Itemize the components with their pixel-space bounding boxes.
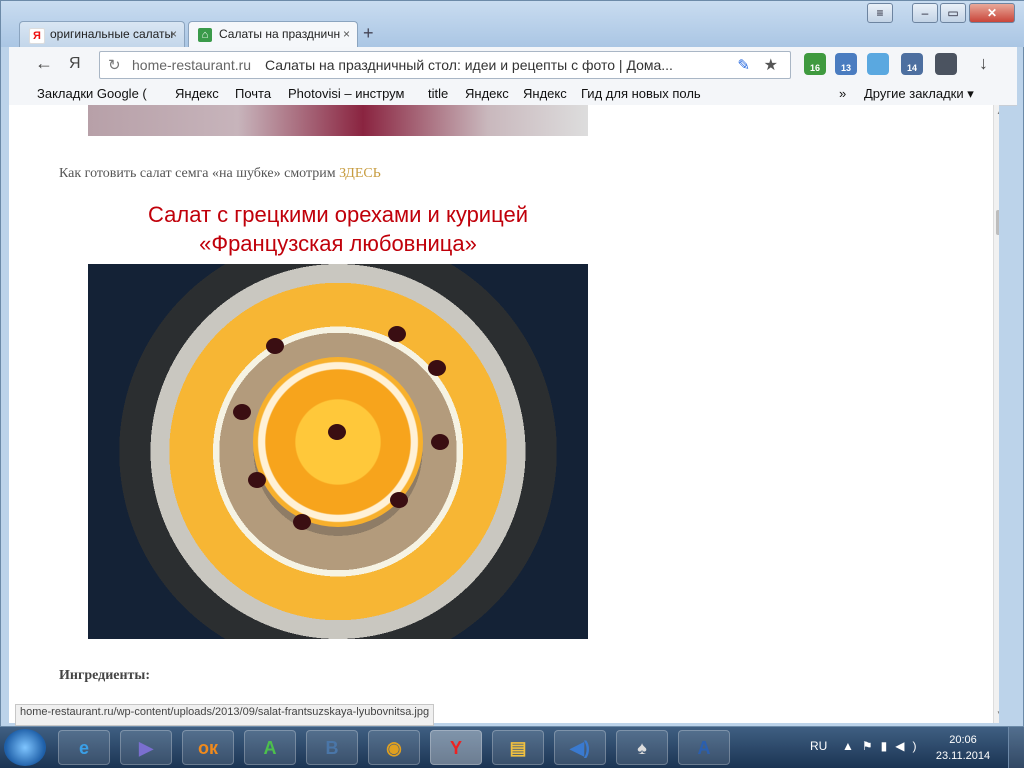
close-icon[interactable]: × (170, 27, 177, 41)
yandex-browser-taskbar-icon[interactable]: Y (430, 730, 482, 765)
vkontakte-taskbar-icon[interactable]: B (306, 730, 358, 765)
page-viewport: Как готовить салат семга «на шубке» смот… (9, 105, 999, 723)
raisin (431, 434, 449, 450)
close-window-button[interactable]: ✕ (969, 3, 1015, 23)
other-bookmarks-button[interactable]: Другие закладки ▾ (864, 86, 974, 102)
bookmark-guide[interactable]: Гид для новых поль (581, 86, 701, 101)
bookmarks-more-button[interactable]: » (839, 86, 846, 101)
extension-14-icon[interactable]: 14 (901, 53, 923, 75)
minimize-button[interactable]: – (912, 3, 938, 23)
raisin (266, 338, 284, 354)
time: 20:06 (949, 734, 977, 746)
pocket-extension-icon[interactable] (935, 53, 957, 75)
solitaire-taskbar-icon[interactable]: ♠ (616, 730, 668, 765)
bookmark-star-icon[interactable]: ★ (764, 55, 778, 75)
bookmark-yandex-3[interactable]: Яндекс (523, 86, 567, 101)
page-title-in-omnibox: Салаты на праздничный стол: идеи и рецеп… (264, 57, 673, 73)
scroll-thumb[interactable] (996, 210, 999, 235)
scroll-up-icon[interactable]: ▲ (996, 107, 999, 116)
raisin (328, 424, 346, 440)
start-button[interactable] (4, 729, 46, 766)
odnoklassniki-taskbar-icon[interactable]: ок (182, 730, 234, 765)
toolbar: ← Я ↻ home-restaurant.ru Салаты на празд… (9, 47, 1017, 83)
maximize-button[interactable]: ▭ (940, 3, 966, 23)
close-icon[interactable]: × (343, 27, 350, 41)
new-tab-button[interactable]: + (363, 23, 374, 44)
see-here-line: Как готовить салат семга «на шубке» смот… (59, 166, 381, 182)
chrome-taskbar-icon[interactable]: ◉ (368, 730, 420, 765)
taskbar: e ▶ ок A B ◉ Y ▤ ◀) ♠ A RU ▲⚑▮◀) 20:06 23.11.2014 (0, 727, 1024, 768)
show-desktop-button[interactable] (1008, 727, 1024, 768)
download-button[interactable]: ↓ (979, 53, 988, 74)
yandex-icon: Я (29, 28, 45, 44)
yandex-button[interactable]: Я (69, 55, 81, 73)
raisin (233, 404, 251, 420)
date: 23.11.2014 (935, 750, 991, 762)
weather-extension-icon[interactable] (867, 53, 889, 75)
bookmarks-bar: Закладки Google ( Яндекс Почта Photovisi… (9, 83, 1017, 106)
address-bar[interactable]: ↻ home-restaurant.ru Салаты на праздничн… (99, 51, 791, 79)
bookmark-photovisi[interactable]: Photovisi – инструм (288, 86, 404, 101)
bookmark-mail[interactable]: Почта (235, 86, 271, 101)
explorer-taskbar-icon[interactable]: ▤ (492, 730, 544, 765)
bookmark-yandex-2[interactable]: Яндекс (465, 86, 509, 101)
recipe-title-line-1: Салат с грецкими орехами и курицей (148, 202, 528, 227)
recipe-title: Салат с грецкими орехами и курицей «Фран… (88, 200, 588, 258)
clock[interactable]: 20:06 23.11.2014 (934, 732, 992, 764)
raisin (248, 472, 266, 488)
extension-16-icon[interactable]: 16 (804, 53, 826, 75)
tray-icons[interactable]: ▲⚑▮◀) (842, 739, 924, 753)
see-text: Как готовить салат семга «на шубке» смот… (59, 166, 336, 181)
scroll-down-icon[interactable]: ▼ (996, 709, 999, 718)
back-button[interactable]: ← (35, 53, 53, 74)
raisin (428, 360, 446, 376)
recipe-title-line-2: «Французская любовница» (199, 231, 477, 256)
bookmark-yandex[interactable]: Яндекс (175, 86, 219, 101)
tab-strip: Я оригинальные салаты × ⌂ Салаты на праз… (1, 1, 1024, 47)
salad-photo[interactable] (88, 264, 588, 639)
ingredients-heading: Ингредиенты: (59, 668, 151, 683)
pen-icon[interactable]: ✎ (737, 56, 750, 74)
tab-original-salads[interactable]: Я оригинальные салаты × (19, 21, 185, 47)
language-indicator[interactable]: RU (810, 739, 827, 753)
raisin (293, 514, 311, 530)
home-restaurant-icon: ⌂ (198, 28, 212, 42)
page-content: Как готовить салат семга «на шубке» смот… (9, 105, 985, 723)
status-url-bubble: home-restaurant.ru/wp-content/uploads/20… (15, 704, 435, 726)
menu-button[interactable]: ≡ (867, 3, 893, 23)
see-here-link[interactable]: ЗДЕСЬ (339, 166, 381, 181)
previous-salad-image[interactable] (88, 105, 588, 136)
bookmark-google[interactable]: Закладки Google ( (37, 86, 147, 101)
browser-window: Я оригинальные салаты × ⌂ Салаты на праз… (0, 0, 1024, 727)
audio-taskbar-icon[interactable]: ◀) (554, 730, 606, 765)
word-app-taskbar-icon[interactable]: A (678, 730, 730, 765)
bookmark-title[interactable]: title (428, 86, 448, 101)
internet-explorer-taskbar-icon[interactable]: e (58, 730, 110, 765)
vertical-scrollbar[interactable]: ▲ ▼ (993, 105, 999, 723)
raisin (390, 492, 408, 508)
media-player-taskbar-icon[interactable]: ▶ (120, 730, 172, 765)
extension-13-icon[interactable]: 13 (835, 53, 857, 75)
reload-icon[interactable]: ↻ (108, 56, 121, 74)
tab-label: Салаты на праздничн (219, 27, 341, 41)
raisin (388, 326, 406, 342)
app-a-taskbar-icon[interactable]: A (244, 730, 296, 765)
tab-label: оригинальные салаты (50, 27, 174, 41)
tab-salads-holiday[interactable]: ⌂ Салаты на праздничн × (188, 21, 358, 47)
url-host: home-restaurant.ru (132, 57, 252, 73)
